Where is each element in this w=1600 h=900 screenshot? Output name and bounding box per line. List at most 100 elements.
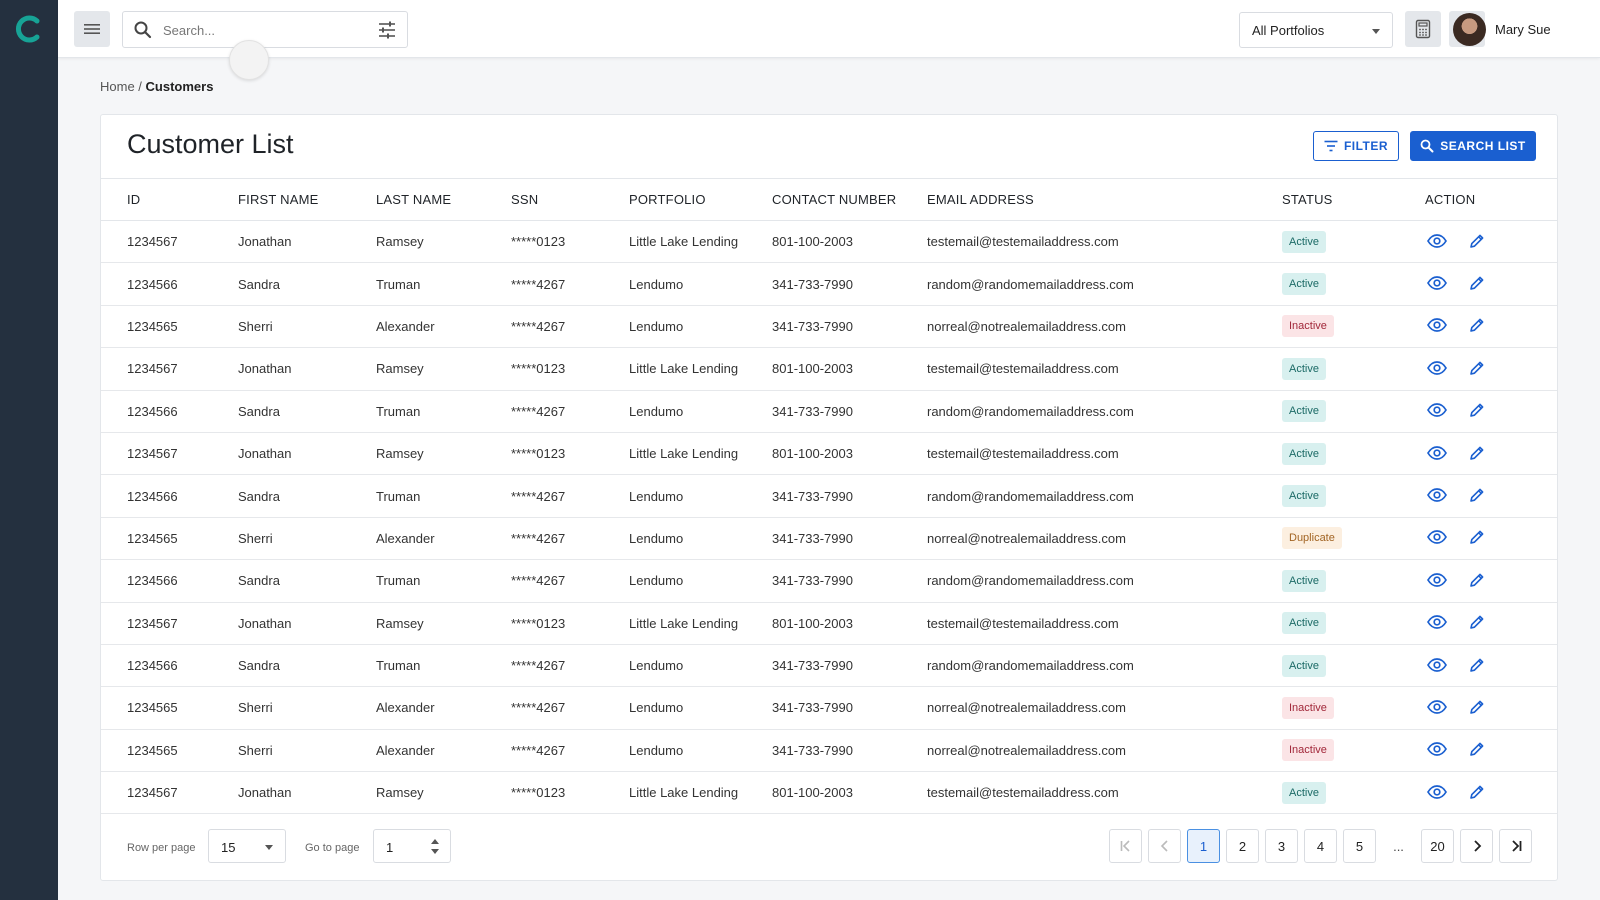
page-button-20[interactable]: 20 <box>1421 829 1454 863</box>
column-header-portfolio[interactable]: PORTFOLIO <box>629 178 772 221</box>
table-row[interactable]: 1234565 Sherri Alexander *****4267 Lendumo 34… <box>101 305 1557 349</box>
first-page-button[interactable] <box>1109 829 1142 863</box>
table-row[interactable]: 1234565 Sherri Alexander *****4267 Lendumo 34… <box>101 517 1557 561</box>
cell-id: 1234566 <box>101 390 238 433</box>
c-logo-icon[interactable] <box>14 12 44 46</box>
column-header-ssn[interactable]: SSN <box>511 178 629 221</box>
search-list-button[interactable]: SEARCH LIST <box>1410 131 1536 161</box>
next-page-button[interactable] <box>1460 829 1493 863</box>
pencil-icon[interactable] <box>1469 360 1485 376</box>
breadcrumb-home[interactable]: Home <box>100 79 135 94</box>
portfolio-select[interactable]: All Portfolios <box>1239 12 1393 48</box>
eye-icon[interactable] <box>1427 361 1447 375</box>
cell-action <box>1425 305 1557 349</box>
column-header-status[interactable]: STATUS <box>1282 178 1425 221</box>
pencil-icon[interactable] <box>1469 572 1485 588</box>
pencil-icon[interactable] <box>1469 445 1485 461</box>
table-row[interactable]: 1234565 Sherri Alexander *****4267 Lendumo 34… <box>101 686 1557 730</box>
table-row[interactable]: 1234565 Sherri Alexander *****4267 Lendumo 34… <box>101 729 1557 773</box>
calculator-button[interactable] <box>1405 11 1441 47</box>
filter-button[interactable]: FILTER <box>1313 131 1399 161</box>
user-menu[interactable]: Mary Sue <box>1453 12 1551 46</box>
table-row[interactable]: 1234566 Sandra Truman *****4267 Lendumo 341-7… <box>101 644 1557 688</box>
cell-id: 1234566 <box>101 644 238 688</box>
pencil-icon[interactable] <box>1469 614 1485 630</box>
cell-id: 1234567 <box>101 602 238 645</box>
chevron-right-icon <box>1473 840 1481 852</box>
page-button-4[interactable]: 4 <box>1304 829 1337 863</box>
table-row[interactable]: 1234567 Jonathan Ramsey *****0123 Little Lak… <box>101 602 1557 645</box>
stepper-up-icon[interactable] <box>431 839 439 844</box>
eye-icon[interactable] <box>1427 784 1447 799</box>
go-to-page-input[interactable]: 1 <box>373 829 451 863</box>
pencil-icon[interactable] <box>1469 529 1485 545</box>
column-header-contact-number[interactable]: CONTACT NUMBER <box>772 178 927 221</box>
cell-action <box>1425 347 1557 391</box>
eye-icon[interactable] <box>1427 657 1447 672</box>
column-header-first-name[interactable]: FIRST NAME <box>238 178 376 221</box>
cell-action <box>1425 432 1557 476</box>
pointer-indicator <box>229 40 269 80</box>
rows-per-page-select[interactable]: 15 <box>208 829 286 863</box>
pencil-icon[interactable] <box>1469 487 1485 503</box>
pencil-icon[interactable] <box>1469 233 1485 249</box>
pencil-icon[interactable] <box>1469 657 1485 673</box>
table-row[interactable]: 1234566 Sandra Truman *****4267 Lendumo 341-7… <box>101 262 1557 306</box>
cell-contact-number: 341-733-7990 <box>772 644 927 688</box>
cell-action <box>1425 602 1557 645</box>
eye-icon[interactable] <box>1427 488 1447 502</box>
eye-icon[interactable] <box>1427 615 1447 630</box>
pencil-icon[interactable] <box>1469 275 1485 291</box>
status-badge: Inactive <box>1282 696 1334 719</box>
eye-icon[interactable] <box>1427 403 1447 418</box>
cell-status: Active <box>1282 559 1425 603</box>
table-row[interactable]: 1234567 Jonathan Ramsey *****0123 Little Lak… <box>101 347 1557 391</box>
table-body: 1234567 Jonathan Ramsey *****0123 Little Lak… <box>101 220 1557 815</box>
cell-ssn: *****4267 <box>511 474 629 518</box>
search-input[interactable] <box>163 18 363 42</box>
pencil-icon[interactable] <box>1469 741 1485 757</box>
column-header-id[interactable]: ID <box>101 178 238 221</box>
cell-portfolio: Little Lake Lending <box>629 602 772 645</box>
table-row[interactable]: 1234566 Sandra Truman *****4267 Lendumo 341-7… <box>101 559 1557 603</box>
hamburger-menu-icon <box>84 24 100 34</box>
eye-icon[interactable] <box>1427 445 1447 460</box>
menu-button[interactable] <box>74 11 110 47</box>
page-button-5[interactable]: 5 <box>1343 829 1376 863</box>
eye-icon[interactable] <box>1427 572 1447 587</box>
cell-ssn: *****4267 <box>511 517 629 561</box>
eye-icon[interactable] <box>1427 276 1447 290</box>
pencil-icon[interactable] <box>1469 699 1485 715</box>
page-button-1[interactable]: 1 <box>1187 829 1220 863</box>
cell-ssn: *****0123 <box>511 432 629 476</box>
page-button-3[interactable]: 3 <box>1265 829 1298 863</box>
status-badge: Active <box>1282 485 1326 508</box>
tune-sliders-icon[interactable] <box>377 21 397 39</box>
table-row[interactable]: 1234566 Sandra Truman *****4267 Lendumo 341-7… <box>101 474 1557 518</box>
status-badge: Active <box>1282 442 1326 465</box>
cell-last-name: Truman <box>376 262 511 306</box>
page-ellipsis: ... <box>1393 838 1404 854</box>
table-row[interactable]: 1234567 Jonathan Ramsey *****0123 Little Lak… <box>101 432 1557 476</box>
cell-status: Active <box>1282 771 1425 815</box>
eye-icon[interactable] <box>1427 700 1447 714</box>
eye-icon[interactable] <box>1427 233 1447 248</box>
pencil-icon[interactable] <box>1469 402 1485 418</box>
eye-icon[interactable] <box>1427 318 1447 333</box>
page-button-2[interactable]: 2 <box>1226 829 1259 863</box>
status-badge: Duplicate <box>1282 527 1342 550</box>
column-header-last-name[interactable]: LAST NAME <box>376 178 511 221</box>
table-row[interactable]: 1234567 Jonathan Ramsey *****0123 Little Lak… <box>101 220 1557 264</box>
last-page-button[interactable] <box>1499 829 1532 863</box>
pencil-icon[interactable] <box>1469 317 1485 333</box>
column-header-email-address[interactable]: EMAIL ADDRESS <box>927 178 1282 221</box>
eye-icon[interactable] <box>1427 530 1447 545</box>
cell-last-name: Ramsey <box>376 771 511 815</box>
eye-icon[interactable] <box>1427 742 1447 757</box>
pencil-icon[interactable] <box>1469 784 1485 800</box>
table-row[interactable]: 1234566 Sandra Truman *****4267 Lendumo 341-7… <box>101 390 1557 433</box>
table-row[interactable]: 1234567 Jonathan Ramsey *****0123 Little Lak… <box>101 771 1557 815</box>
rows-per-page-label: Row per page <box>127 842 196 854</box>
stepper-down-icon[interactable] <box>431 849 439 854</box>
prev-page-button[interactable] <box>1148 829 1181 863</box>
